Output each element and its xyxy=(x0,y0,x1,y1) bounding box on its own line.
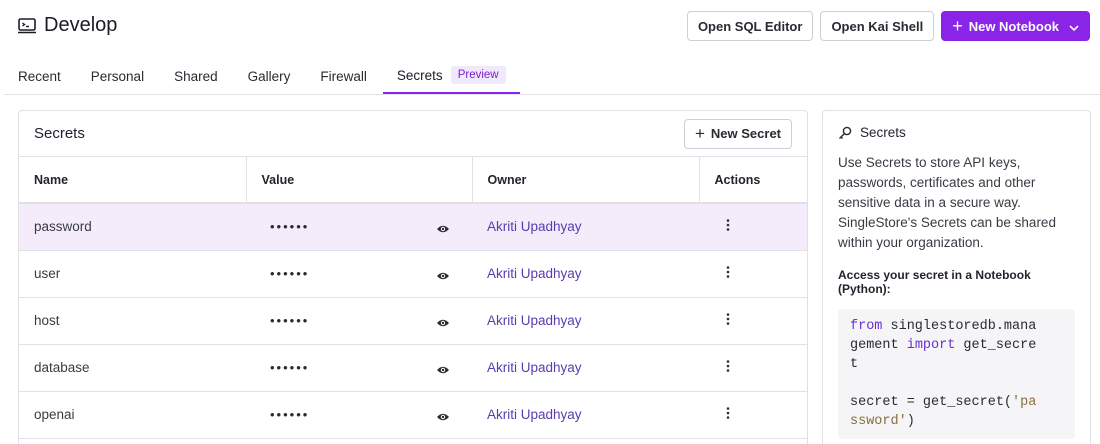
tab-personal[interactable]: Personal xyxy=(77,58,158,94)
code-text: gement xyxy=(850,338,907,353)
more-vertical-icon[interactable] xyxy=(726,266,730,278)
secret-value-cell: •••••• xyxy=(246,203,472,251)
eye-icon[interactable] xyxy=(436,269,450,279)
new-notebook-button[interactable]: + New Notebook xyxy=(941,11,1090,41)
tab-recent[interactable]: Recent xyxy=(4,58,75,94)
tab-bar: Recent Personal Shared Gallery Firewall … xyxy=(4,58,1100,95)
actions-cell xyxy=(699,297,807,345)
actions-cell xyxy=(699,203,807,251)
tab-label: Gallery xyxy=(247,68,291,84)
table-row[interactable]: openai •••••• Akriti Upadhyay xyxy=(19,391,807,439)
chevron-down-icon xyxy=(1069,21,1079,32)
secret-value-cell: •••••• xyxy=(246,344,472,392)
secrets-panel: Secrets + New Secret Name Value Owner Ac… xyxy=(18,110,808,444)
secret-name: password xyxy=(19,203,246,251)
secret-name: user xyxy=(19,250,246,298)
secret-value: •••••• xyxy=(270,360,310,375)
plus-icon: + xyxy=(952,16,963,36)
code-text: ) xyxy=(906,414,915,429)
table-header-row: Name Value Owner Actions xyxy=(19,157,807,204)
secret-owner[interactable]: Akriti Upadhyay xyxy=(472,250,699,298)
actions-cell xyxy=(699,250,807,298)
secret-owner[interactable]: Akriti Upadhyay xyxy=(472,344,699,392)
secret-value: •••••• xyxy=(270,407,310,422)
tab-label: Firewall xyxy=(320,68,367,84)
new-secret-button[interactable]: + New Secret xyxy=(683,118,792,149)
open-kai-shell-button[interactable]: Open Kai Shell xyxy=(820,11,935,41)
secret-value-cell: •••••• xyxy=(246,250,472,298)
more-vertical-icon[interactable] xyxy=(726,219,730,232)
new-notebook-label: New Notebook xyxy=(968,18,1059,34)
secret-owner[interactable]: Akriti Upadhyay xyxy=(472,297,699,345)
code-keyword: import xyxy=(906,338,956,353)
top-bar: Develop Open SQL Editor Open Kai Shell +… xyxy=(0,0,1100,52)
plus-icon: + xyxy=(694,123,705,143)
secret-value-cell: •••••• xyxy=(246,297,472,345)
tab-gallery[interactable]: Gallery xyxy=(234,58,305,94)
secrets-panel-title: Secrets xyxy=(34,125,85,142)
more-vertical-icon[interactable] xyxy=(726,407,730,419)
column-header-owner: Owner xyxy=(472,157,700,204)
secret-name: openai xyxy=(19,391,246,439)
code-snippet: from singlestoredb.mana gement import ge… xyxy=(838,309,1075,439)
secret-value: •••••• xyxy=(270,313,310,328)
secret-value: •••••• xyxy=(270,219,310,235)
info-description: Use Secrets to store API keys, passwords… xyxy=(838,155,1056,250)
secret-name: host xyxy=(19,297,246,345)
more-vertical-icon[interactable] xyxy=(726,360,730,372)
tab-secrets[interactable]: Secrets Preview xyxy=(382,58,520,94)
secrets-table: Name Value Owner Actions password ••••••… xyxy=(19,157,807,439)
eye-icon[interactable] xyxy=(436,222,450,232)
eye-icon[interactable] xyxy=(436,363,450,373)
column-header-value: Value xyxy=(246,157,473,204)
page-title: Develop xyxy=(44,14,118,36)
table-row[interactable]: host •••••• Akriti Upadhyay xyxy=(19,297,807,345)
code-string: ssword' xyxy=(850,414,907,429)
info-panel-title: Secrets xyxy=(860,125,906,140)
tab-label: Secrets xyxy=(396,67,443,83)
more-vertical-icon[interactable] xyxy=(726,313,730,325)
code-keyword: from xyxy=(850,319,883,334)
table-row[interactable]: database •••••• Akriti Upadhyay xyxy=(19,344,807,392)
code-text: t xyxy=(850,357,859,372)
info-panel-header: Secrets xyxy=(838,125,1075,140)
code-text: secret = get_secret( xyxy=(850,395,1013,410)
table-row[interactable]: password •••••• Akriti Upadhyay xyxy=(19,203,807,251)
actions-cell xyxy=(699,391,807,439)
tab-label: Shared xyxy=(174,68,218,84)
key-icon xyxy=(838,126,852,140)
secret-value: •••••• xyxy=(270,266,310,281)
info-subheading: Access your secret in a Notebook (Python… xyxy=(838,268,1031,296)
eye-icon[interactable] xyxy=(436,410,450,420)
secret-owner[interactable]: Akriti Upadhyay xyxy=(472,203,699,251)
eye-icon[interactable] xyxy=(436,316,450,326)
terminal-icon xyxy=(18,17,36,34)
tab-firewall[interactable]: Firewall xyxy=(306,58,381,94)
header-actions: Open SQL Editor Open Kai Shell + New Not… xyxy=(686,11,1090,41)
secrets-panel-header: Secrets + New Secret xyxy=(19,111,807,157)
secret-value-cell: •••••• xyxy=(246,391,472,439)
actions-cell xyxy=(699,344,807,392)
open-sql-editor-button[interactable]: Open SQL Editor xyxy=(686,11,814,41)
code-string: 'pa xyxy=(1012,395,1037,410)
secret-owner[interactable]: Akriti Upadhyay xyxy=(472,391,699,439)
code-text: get_secre xyxy=(955,338,1037,353)
secrets-info-panel: Secrets Use Secrets to store API keys, p… xyxy=(822,110,1091,444)
tab-shared[interactable]: Shared xyxy=(160,58,232,94)
column-header-actions: Actions xyxy=(699,157,807,204)
column-header-name: Name xyxy=(19,157,247,204)
secret-name: database xyxy=(19,344,246,392)
code-text: singlestoredb.mana xyxy=(882,319,1037,334)
new-secret-label: New Secret xyxy=(710,126,781,141)
page-header: Develop xyxy=(18,14,117,37)
tab-label: Personal xyxy=(90,68,145,84)
preview-badge: Preview xyxy=(450,66,506,84)
table-row[interactable]: user •••••• Akriti Upadhyay xyxy=(19,250,807,298)
tab-label: Recent xyxy=(18,68,61,84)
